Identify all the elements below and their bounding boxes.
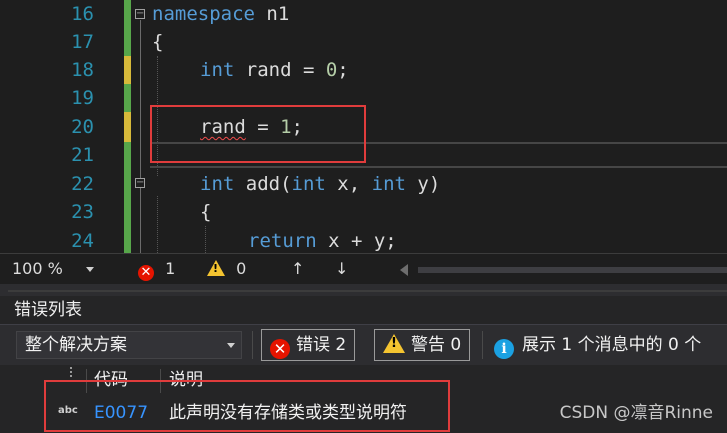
code-text: namespace n1: [152, 3, 290, 25]
next-issue-button[interactable]: ↓: [335, 254, 348, 284]
line-number: 21: [71, 144, 94, 166]
code-line: 24 return x + y;: [0, 227, 727, 253]
line-number: 23: [71, 201, 94, 223]
line-number: 24: [71, 230, 94, 252]
arrow-down-icon: ↓: [335, 259, 349, 278]
error-count-indicator[interactable]: ✕ 1: [138, 254, 175, 284]
scope-value: 整个解决方案: [25, 335, 127, 355]
line-number: 19: [71, 87, 94, 109]
warning-icon: !: [207, 260, 225, 276]
code-line: 23 {: [0, 198, 727, 226]
code-line: 17 {: [0, 28, 727, 56]
scroll-left-icon[interactable]: [400, 264, 408, 276]
scope-dropdown[interactable]: 整个解决方案: [16, 331, 242, 359]
code-line: 22 int add(int x, int y): [0, 170, 727, 198]
error-icon: ✕: [270, 339, 290, 359]
warning-count: 0: [236, 259, 247, 278]
error-icon: ✕: [138, 265, 154, 281]
previous-issue-button[interactable]: ↑: [291, 254, 304, 284]
line-number: 17: [71, 31, 94, 53]
watermark: CSDN @凛音Rinne: [559, 403, 713, 423]
code-line: 16 namespace n1: [0, 0, 727, 28]
code-text: return x + y;: [248, 230, 397, 252]
annotation-highlight-box: [150, 105, 366, 163]
warnings-filter-button[interactable]: ! 警告 0: [374, 329, 471, 361]
editor-status-bar: 100 % ✕ 1 ! 0 ↑ ↓: [0, 253, 727, 284]
code-line: 18 int rand = 0;: [0, 56, 727, 84]
arrow-up-icon: ↑: [291, 259, 305, 278]
error-list-toolbar: 整个解决方案 ✕ 错误 2 ! 警告 0 i 展示 1 个消息中的 0 个: [0, 325, 727, 365]
code-editor[interactable]: − − 16 namespace n1 17 { 18 int rand = 0…: [0, 0, 727, 253]
chevron-down-icon: [227, 343, 235, 348]
sort-handle-icon: [70, 367, 82, 377]
line-number: 16: [71, 3, 94, 25]
code-text: {: [152, 31, 164, 53]
code-text: {: [200, 201, 212, 223]
zoom-dropdown[interactable]: 100 %: [12, 254, 96, 284]
panel-splitter[interactable]: [0, 284, 727, 296]
code-text: int rand = 0;: [200, 59, 349, 81]
chevron-down-icon: [86, 267, 94, 272]
annotation-highlight-box: [44, 380, 450, 432]
messages-filter-label: 展示 1 个消息中的 0 个: [522, 335, 702, 355]
info-icon: i: [494, 339, 514, 359]
line-number: 18: [71, 59, 94, 81]
error-count: 1: [165, 259, 176, 278]
zoom-level: 100 %: [12, 259, 63, 278]
horizontal-scrollbar[interactable]: [418, 267, 727, 273]
warning-icon: !: [383, 334, 405, 353]
errors-filter-label: 错误 2: [296, 335, 347, 355]
panel-title: 错误列表: [14, 300, 82, 320]
line-number: 20: [71, 116, 94, 138]
warnings-filter-label: 警告 0: [411, 335, 462, 355]
warning-count-indicator[interactable]: ! 0: [207, 254, 246, 284]
errors-filter-button[interactable]: ✕ 错误 2: [261, 329, 356, 361]
code-text: int add(int x, int y): [200, 173, 441, 195]
messages-filter-button[interactable]: i 展示 1 个消息中的 0 个: [494, 329, 701, 361]
line-number: 22: [71, 173, 94, 195]
